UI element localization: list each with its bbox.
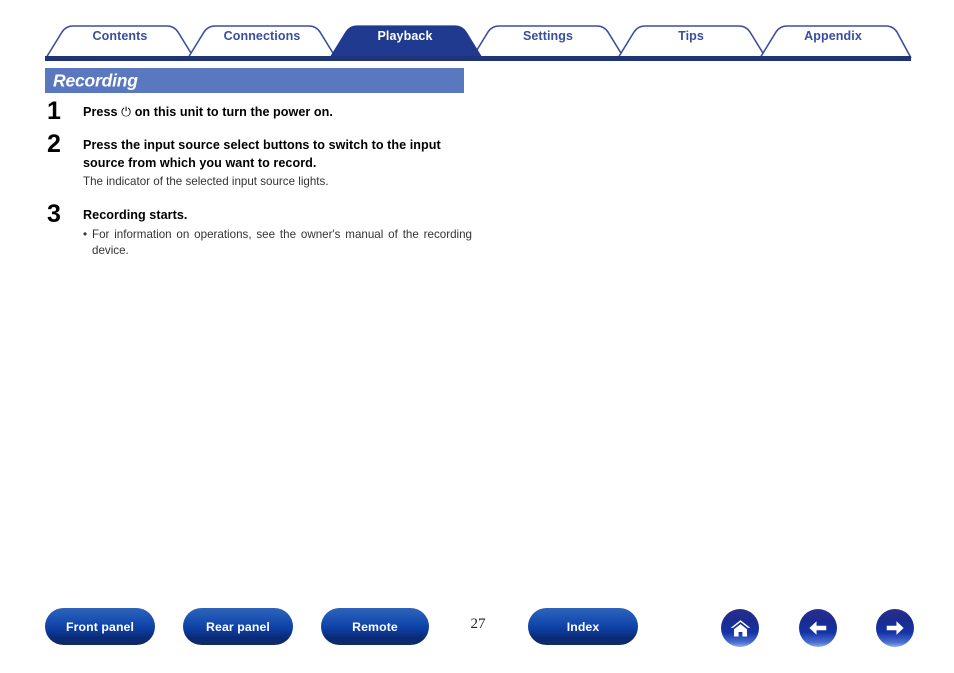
step-title: Press the input source select buttons to… [83,137,441,171]
steps-list: 1 Press ⏻ on this unit to turn the power… [45,99,475,274]
tab-label-contents[interactable]: Contents [93,29,148,43]
tab-label-playback[interactable]: Playback [377,29,432,43]
power-icon: ⏻ [121,104,132,119]
page-title: Recording [53,70,138,90]
footer-nav: Front panel Rear panel Remote 27 Index [0,608,954,650]
tab-baseline [45,56,911,61]
tab-label-appendix[interactable]: Appendix [804,29,862,43]
page-title-bar: Recording [45,68,464,93]
tab-label-tips[interactable]: Tips [678,29,704,43]
step-bullet-text: For information on operations, see the o… [92,227,472,258]
step-title: Recording starts. [83,208,188,223]
tab-bar: Contents Connections Playback Settings T… [0,0,954,62]
next-button[interactable] [876,609,914,647]
home-icon [730,619,750,637]
step-title-before: Press [83,105,122,119]
step-bullet: • For information on operations, see the … [83,227,472,260]
step-number: 1 [47,97,61,125]
back-button[interactable] [799,609,837,647]
remote-button[interactable]: Remote [321,608,429,645]
step-number: 3 [47,200,61,229]
step-title-after: on this unit to turn the power on. [131,105,333,119]
tab-label-settings[interactable]: Settings [523,29,573,43]
arrow-right-icon [886,621,904,635]
step-title: Press ⏻ on this unit to turn the power o… [83,103,475,122]
index-button[interactable]: Index [528,608,638,645]
step-number: 2 [47,129,61,158]
bullet-icon: • [83,227,88,241]
step-subtext: The indicator of the selected input sour… [83,174,329,188]
front-panel-button[interactable]: Front panel [45,608,155,645]
step-item: 1 Press ⏻ on this unit to turn the power… [45,99,475,124]
tab-label-connections[interactable]: Connections [224,29,301,43]
arrow-left-icon [809,621,827,635]
page-number: 27 [470,616,486,632]
step-item: 3 Recording starts. • For information on … [45,202,475,260]
home-button[interactable] [721,609,759,647]
step-item: 2 Press the input source select buttons … [45,131,475,191]
rear-panel-button[interactable]: Rear panel [183,608,293,645]
